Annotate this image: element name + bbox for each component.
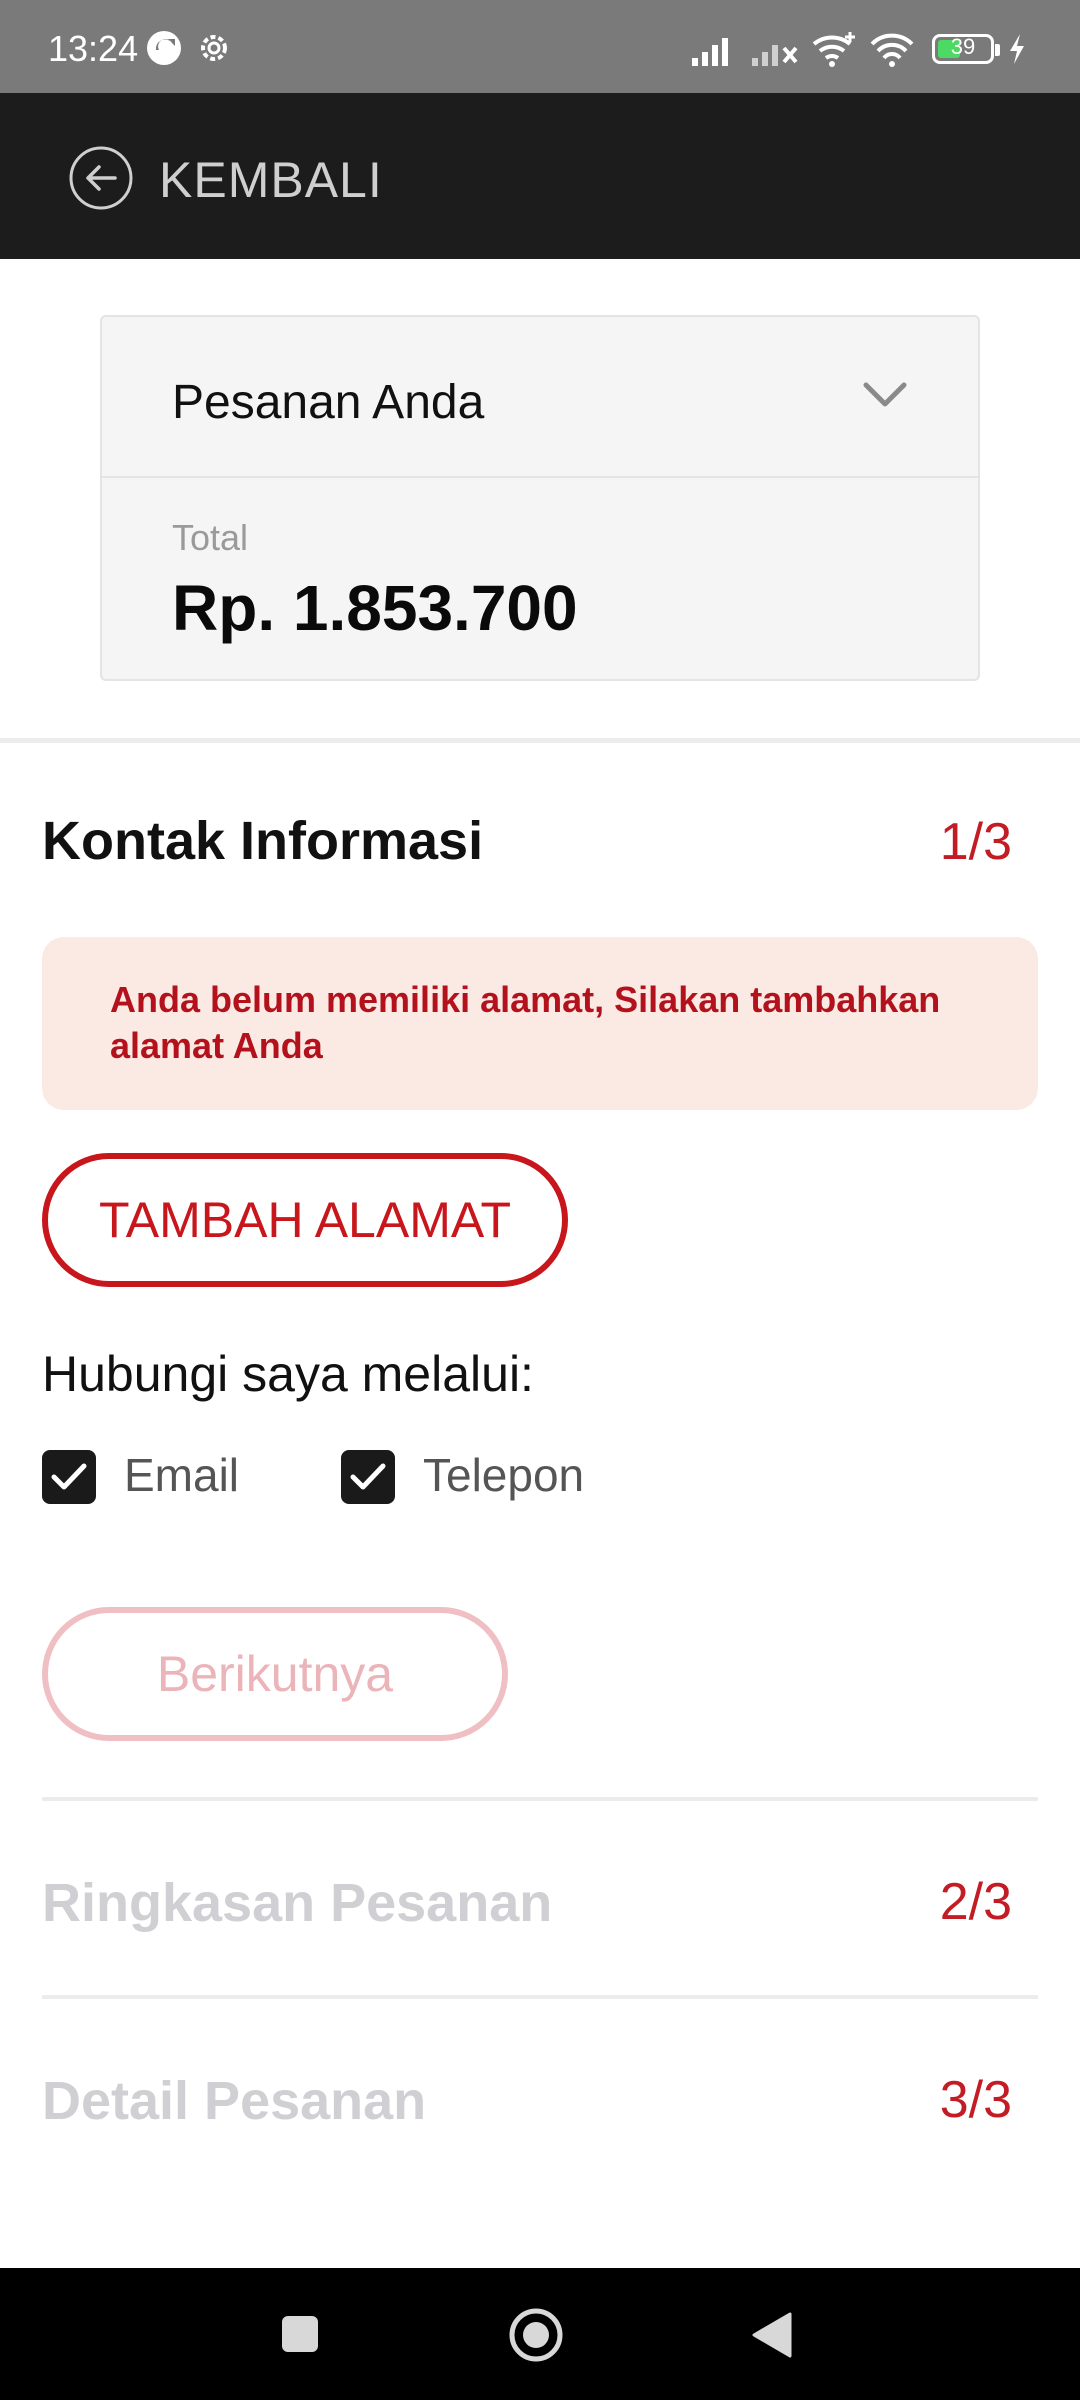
back-button[interactable]: KEMBALI bbox=[60, 133, 400, 223]
no-address-alert: Anda belum memiliki alamat, Silakan tamb… bbox=[42, 937, 1038, 1110]
sync-icon bbox=[146, 30, 182, 71]
recents-icon[interactable] bbox=[280, 2314, 320, 2354]
battery-level: 39 bbox=[950, 34, 976, 59]
status-bar: 13:24 39 bbox=[0, 0, 1080, 93]
section-divider bbox=[0, 738, 1080, 743]
divider bbox=[42, 1995, 1038, 1999]
battery-icon: 39 bbox=[932, 34, 1000, 64]
settings-icon bbox=[196, 30, 232, 71]
checkmark-icon bbox=[350, 1463, 386, 1490]
charging-icon bbox=[1006, 32, 1028, 71]
signal-icon bbox=[690, 34, 738, 73]
total-value: Rp. 1.853.700 bbox=[172, 572, 578, 644]
contact-via-label: Hubungi saya melalui: bbox=[42, 1346, 534, 1402]
back-label: KEMBALI bbox=[159, 152, 383, 208]
detail-section-title[interactable]: Detail Pesanan bbox=[42, 2070, 426, 2132]
divider bbox=[42, 1797, 1038, 1801]
back-nav-icon[interactable] bbox=[750, 2310, 794, 2360]
wifi-icon bbox=[868, 32, 916, 73]
status-time: 13:24 bbox=[48, 28, 139, 69]
email-checkbox[interactable] bbox=[42, 1450, 96, 1504]
order-card-header[interactable]: Pesanan Anda bbox=[102, 317, 978, 478]
order-summary-card: Pesanan Anda Total Rp. 1.853.700 bbox=[100, 315, 980, 681]
telepon-checkbox[interactable] bbox=[341, 1450, 395, 1504]
wifi-plus-icon bbox=[810, 30, 858, 73]
order-card-title: Pesanan Anda bbox=[172, 376, 485, 429]
detail-step: 3/3 bbox=[939, 2071, 1012, 2129]
summary-section-title[interactable]: Ringkasan Pesanan bbox=[42, 1872, 552, 1934]
home-icon[interactable] bbox=[508, 2307, 564, 2363]
summary-step: 2/3 bbox=[939, 1873, 1012, 1931]
contact-section-title: Kontak Informasi bbox=[42, 811, 484, 871]
checkmark-icon bbox=[51, 1463, 87, 1490]
contact-step: 1/3 bbox=[939, 813, 1012, 871]
system-nav-bar bbox=[0, 2268, 1080, 2400]
next-button[interactable]: Berikutnya bbox=[42, 1607, 508, 1741]
signal-no-service-icon bbox=[750, 34, 800, 73]
telepon-option-label[interactable]: Telepon bbox=[423, 1448, 584, 1502]
chevron-down-icon[interactable] bbox=[862, 379, 908, 411]
email-option-label[interactable]: Email bbox=[124, 1448, 239, 1502]
total-label: Total bbox=[172, 517, 249, 558]
back-arrow-icon bbox=[69, 146, 133, 210]
add-address-button[interactable]: TAMBAH ALAMAT bbox=[42, 1153, 568, 1287]
app-bar: KEMBALI bbox=[0, 93, 1080, 259]
alert-message: Anda belum memiliki alamat, Silakan tamb… bbox=[110, 979, 941, 1066]
